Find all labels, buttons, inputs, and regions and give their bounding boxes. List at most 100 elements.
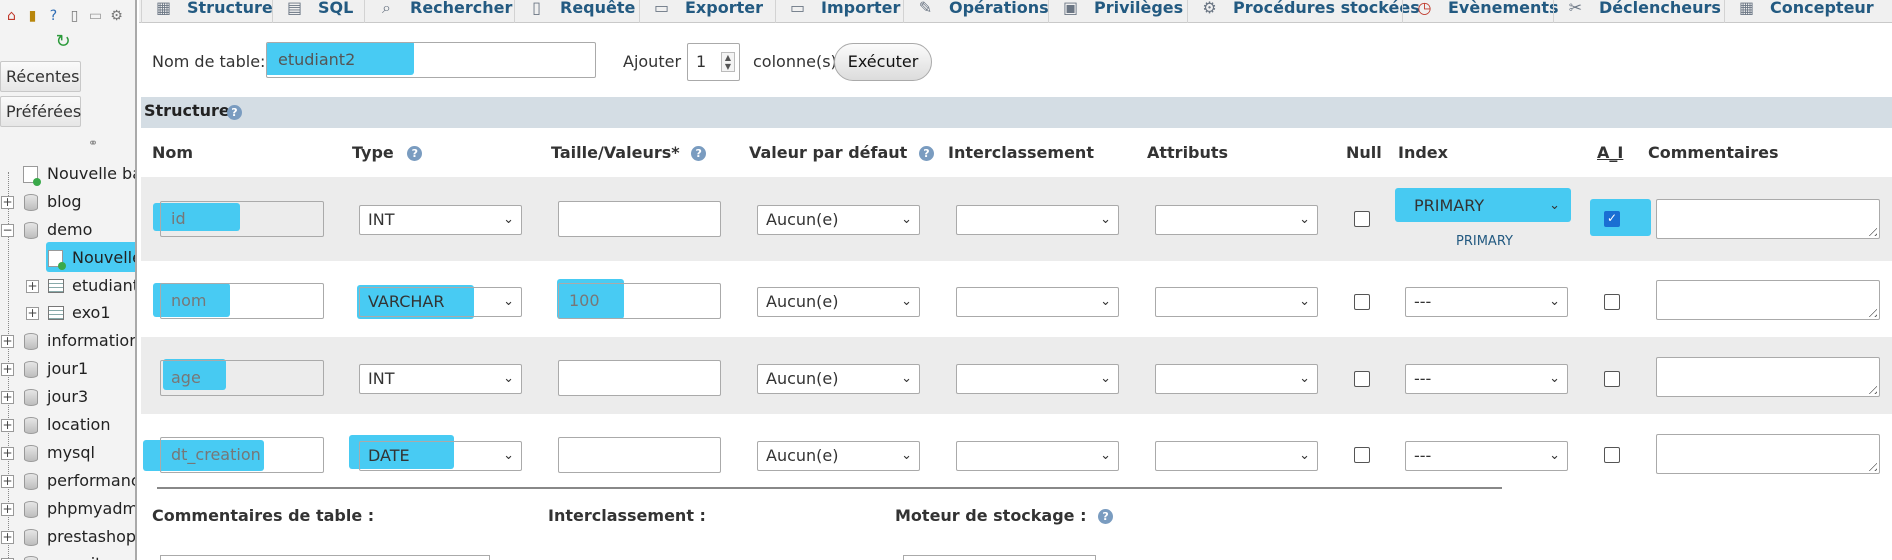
help-icon[interactable]: ? (918, 146, 934, 161)
table-comments-input[interactable] (160, 555, 490, 560)
tree-item-prestashop[interactable]: + prestashop (0, 523, 135, 551)
column-length-input[interactable]: 100 (558, 283, 721, 319)
tree-item-information-schema[interactable]: + information_ (0, 327, 135, 355)
auto-increment-checkbox[interactable] (1604, 371, 1620, 387)
help-icon[interactable]: ? (44, 6, 63, 25)
column-length-input[interactable] (558, 360, 721, 396)
null-checkbox[interactable] (1354, 211, 1370, 227)
tree-item-jour3[interactable]: + jour3 (0, 383, 135, 411)
column-name-input[interactable]: age (160, 360, 324, 396)
column-type-select[interactable]: VARCHAR ⌄ (359, 287, 522, 317)
table-name-input[interactable]: etudiant2 (266, 42, 596, 78)
tree-item-mysql[interactable]: + mysql (0, 439, 135, 467)
column-length-input[interactable] (558, 437, 721, 473)
tree-item-jour1[interactable]: + jour1 (0, 355, 135, 383)
docs-icon[interactable]: ▯ (65, 6, 84, 25)
column-comments-textarea[interactable] (1656, 199, 1880, 239)
resize-grip-icon[interactable] (1865, 224, 1877, 236)
null-checkbox[interactable] (1354, 371, 1370, 387)
column-length-input[interactable] (558, 201, 721, 237)
null-checkbox[interactable] (1354, 294, 1370, 310)
home-icon[interactable]: ⌂ (2, 6, 21, 25)
tab-routines[interactable]: ⚙ Procédures stockées (1187, 0, 1432, 23)
stepper-arrows-icon[interactable]: ▲ ▼ (721, 52, 735, 72)
link-icon[interactable]: ⚭ (88, 137, 106, 149)
column-type-select[interactable]: INT ⌄ (359, 205, 522, 235)
database-icon[interactable]: ▮ (23, 6, 42, 25)
tree-item-new-database[interactable]: Nouvelle base (0, 160, 135, 188)
tab-import[interactable]: ▭ Importer (775, 0, 912, 23)
expand-icon[interactable]: + (26, 279, 39, 293)
column-name-input[interactable]: dt_creation (160, 437, 324, 473)
help-icon[interactable]: ? (227, 105, 242, 120)
page-icon[interactable]: ▭ (86, 6, 105, 25)
expand-icon[interactable]: + (1, 363, 14, 377)
expand-icon[interactable]: + (1, 419, 14, 433)
reload-icon[interactable]: ↻ (54, 33, 72, 51)
tab-events[interactable]: ◷ Evènements (1402, 0, 1571, 23)
column-default-select[interactable]: Aucun(e) ⌄ (757, 364, 920, 394)
collapse-icon[interactable]: − (1, 223, 14, 237)
help-icon[interactable]: ? (1098, 509, 1114, 524)
favorite-tables-button[interactable]: Préférées (0, 96, 81, 127)
auto-increment-checkbox[interactable] (1604, 294, 1620, 310)
column-index-select[interactable]: --- ⌄ (1405, 287, 1568, 317)
tree-item-new-table[interactable]: Nouvelle (0, 241, 135, 272)
column-name-input[interactable]: nom (160, 283, 324, 319)
column-type-select[interactable]: INT ⌄ (359, 364, 522, 394)
expand-icon[interactable]: + (1, 530, 14, 544)
column-collation-select[interactable]: ⌄ (956, 287, 1119, 317)
column-attributes-select[interactable]: ⌄ (1155, 205, 1318, 235)
column-index-select[interactable]: --- ⌄ (1405, 364, 1568, 394)
column-type-select[interactable]: DATE ⌄ (359, 441, 522, 471)
column-comments-textarea[interactable] (1656, 357, 1880, 397)
column-index-select[interactable]: PRIMARY ⌄ (1405, 191, 1568, 221)
column-attributes-select[interactable]: ⌄ (1155, 364, 1318, 394)
column-attributes-select[interactable]: ⌄ (1155, 441, 1318, 471)
tree-item-phpmyadmin[interactable]: + phpmyadmin (0, 495, 135, 523)
recent-tables-button[interactable]: Récentes (0, 61, 81, 92)
auto-increment-checkbox[interactable]: ✓ (1604, 211, 1620, 227)
expand-icon[interactable]: + (1, 335, 14, 349)
add-columns-stepper[interactable]: 1 ▲ ▼ (687, 43, 740, 81)
column-default-select[interactable]: Aucun(e) ⌄ (757, 205, 920, 235)
resize-grip-icon[interactable] (1865, 305, 1877, 317)
settings-icon[interactable]: ⚙ (107, 6, 126, 25)
column-name-input[interactable]: id (160, 201, 324, 237)
execute-button[interactable]: Exécuter (834, 43, 932, 81)
expand-icon[interactable]: + (1, 474, 14, 488)
tree-item-etudiant[interactable]: + etudiant (0, 272, 135, 300)
tab-operations[interactable]: ✎ Opérations (903, 0, 1061, 23)
expand-icon[interactable]: + (1, 195, 14, 209)
auto-increment-checkbox[interactable] (1604, 447, 1620, 463)
resize-grip-icon[interactable] (1865, 459, 1877, 471)
help-icon[interactable]: ? (691, 146, 707, 161)
tab-triggers[interactable]: ✂ Déclencheurs (1553, 0, 1733, 23)
tree-item-security[interactable]: + security (0, 550, 135, 560)
expand-icon[interactable]: + (1, 446, 14, 460)
tree-item-exo1[interactable]: + exo1 (0, 299, 135, 327)
column-collation-select[interactable]: ⌄ (956, 364, 1119, 394)
column-comments-textarea[interactable] (1656, 280, 1880, 320)
tree-item-performance-schema[interactable]: + performance (0, 467, 135, 495)
expand-icon[interactable]: + (1, 502, 14, 516)
resize-grip-icon[interactable] (1865, 382, 1877, 394)
column-attributes-select[interactable]: ⌄ (1155, 287, 1318, 317)
tree-item-blog[interactable]: + blog (0, 188, 135, 216)
column-default-select[interactable]: Aucun(e) ⌄ (757, 441, 920, 471)
tab-structure[interactable]: ▦ Structure (141, 0, 285, 23)
tab-export[interactable]: ▭ Exporter (639, 0, 775, 23)
tab-search[interactable]: ⌕ Rechercher (364, 0, 524, 23)
column-comments-textarea[interactable] (1656, 434, 1880, 474)
null-checkbox[interactable] (1354, 447, 1370, 463)
column-collation-select[interactable]: ⌄ (956, 441, 1119, 471)
tree-item-demo[interactable]: − demo (0, 216, 135, 244)
storage-engine-select[interactable] (903, 555, 1096, 560)
tab-privileges[interactable]: ▣ Privilèges (1048, 0, 1195, 23)
expand-icon[interactable]: + (26, 307, 39, 321)
expand-icon[interactable]: + (1, 391, 14, 405)
help-icon[interactable]: ? (407, 146, 423, 161)
tab-query[interactable]: ▯ Requête (514, 0, 647, 23)
tree-item-location[interactable]: + location (0, 411, 135, 439)
tab-designer[interactable]: ▦ Concepteur (1724, 0, 1886, 23)
